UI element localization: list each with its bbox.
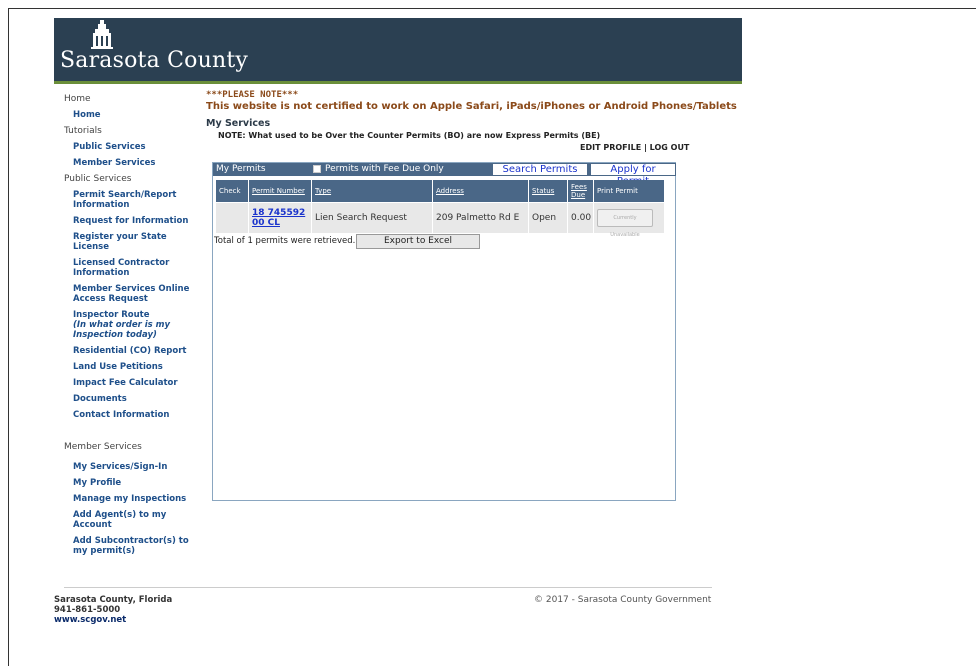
column-header-fees-due[interactable]: Fees Due — [568, 180, 593, 202]
sort-address-link[interactable]: Address — [436, 187, 464, 195]
row-type-cell: Lien Search Request — [312, 203, 432, 233]
sidebar-item-documents[interactable]: Documents — [73, 394, 204, 404]
row-address-cell: 209 Palmetto Rd E — [433, 203, 528, 233]
permits-table: Check Permit Number Type Address Status … — [215, 179, 665, 238]
notice-body: This website is not certified to work on… — [206, 101, 737, 112]
courthouse-logo-icon — [91, 20, 113, 49]
link-separator: | — [643, 143, 647, 152]
sidebar-item-my-profile[interactable]: My Profile — [73, 478, 204, 488]
sort-status-link[interactable]: Status — [532, 187, 554, 195]
sidebar-item-permit-search[interactable]: Permit Search/Report Information — [73, 190, 204, 210]
edit-profile-link[interactable]: EDIT PROFILE — [580, 143, 641, 152]
sidebar-item-add-subcontractor[interactable]: Add Subcontractor(s) to my permit(s) — [73, 536, 204, 556]
sidebar-heading-public-services: Public Services — [64, 174, 132, 184]
footer-website-link[interactable]: www.scgov.net — [54, 615, 172, 625]
total-results-text: Total of 1 permits were retrieved. — [214, 236, 356, 246]
sidebar-item-sublabel: (In what order is my Inspection today) — [73, 320, 171, 340]
footer-contact: Sarasota County, Florida 941-861-5000 ww… — [54, 595, 172, 625]
panel-title: My Permits — [216, 164, 266, 174]
sort-permit-number-link[interactable]: Permit Number — [252, 187, 305, 195]
page-title: My Services — [206, 118, 271, 129]
row-permit-number-cell: 18 745592 00 CL — [249, 203, 311, 233]
express-permits-note: NOTE: What used to be Over the Counter P… — [218, 131, 601, 140]
row-print-cell: Currently Unavailable — [594, 203, 664, 238]
table-row: 18 745592 00 CL Lien Search Request 209 … — [216, 203, 664, 238]
sidebar-item-label: Inspector Route — [73, 310, 150, 320]
footer-divider — [64, 587, 712, 588]
my-permits-panel: My Permits Permits with Fee Due Only Sea… — [212, 162, 676, 501]
print-permit-button[interactable]: Currently Unavailable — [597, 209, 653, 238]
sort-type-link[interactable]: Type — [315, 187, 331, 195]
column-header-print-permit: Print Permit — [594, 180, 664, 202]
fee-due-label: Permits with Fee Due Only — [325, 164, 444, 174]
column-header-permit-number[interactable]: Permit Number — [249, 180, 311, 202]
sidebar-item-register-license[interactable]: Register your State License — [73, 232, 204, 252]
sidebar-nav: Home Home Tutorials Public Services Memb… — [64, 94, 204, 562]
notice-title: ***PLEASE NOTE*** — [206, 90, 299, 100]
footer-copyright: © 2017 - Sarasota County Government — [534, 595, 712, 605]
sidebar-item-request-info[interactable]: Request for Information — [73, 216, 204, 226]
export-to-excel-button[interactable]: Export to Excel — [356, 234, 480, 249]
footer-org-name: Sarasota County, Florida — [54, 595, 173, 605]
tab-apply-for-permit[interactable]: Apply for Permit — [590, 163, 676, 187]
column-header-status[interactable]: Status — [529, 180, 567, 202]
tab-search-permits[interactable]: Search Permits — [492, 163, 588, 176]
panel-header: My Permits Permits with Fee Due Only Sea… — [213, 163, 676, 187]
column-header-type[interactable]: Type — [312, 180, 432, 202]
sidebar-item-add-agent[interactable]: Add Agent(s) to my Account — [73, 510, 204, 530]
sidebar-item-land-use[interactable]: Land Use Petitions — [73, 362, 204, 372]
sidebar-item-online-access[interactable]: Member Services Online Access Request — [73, 284, 204, 304]
sidebar-heading-member-services: Member Services — [64, 442, 142, 452]
sidebar-item-licensed-contractor[interactable]: Licensed Contractor Information — [73, 258, 204, 278]
site-logo-text[interactable]: Sarasota County — [60, 48, 248, 73]
sidebar-item-member-services-tutorial[interactable]: Member Services — [73, 158, 204, 168]
sidebar-heading-home: Home — [64, 94, 91, 104]
site-header: Sarasota County — [54, 18, 742, 84]
row-fees-due-cell: 0.00 — [568, 203, 593, 233]
permit-number-link[interactable]: 18 745592 00 CL — [252, 208, 305, 228]
sidebar-item-co-report[interactable]: Residential (CO) Report — [73, 346, 204, 356]
sidebar-heading-tutorials: Tutorials — [64, 126, 102, 136]
column-header-check: Check — [216, 180, 248, 202]
sidebar-item-inspector-route[interactable]: Inspector Route (In what order is my Ins… — [73, 310, 204, 340]
sidebar-item-my-services[interactable]: My Services/Sign-In — [73, 462, 204, 472]
account-links: EDIT PROFILE | LOG OUT — [580, 143, 689, 152]
table-header-row: Check Permit Number Type Address Status … — [216, 180, 664, 202]
browser-notice: ***PLEASE NOTE*** This website is not ce… — [206, 90, 746, 112]
sidebar-item-contact[interactable]: Contact Information — [73, 410, 204, 420]
column-header-address[interactable]: Address — [433, 180, 528, 202]
footer-phone: 941-861-5000 — [54, 605, 121, 615]
sidebar-item-home[interactable]: Home — [73, 110, 204, 120]
sidebar-item-manage-inspections[interactable]: Manage my Inspections — [73, 494, 204, 504]
row-check-cell[interactable] — [216, 203, 248, 233]
sidebar-item-impact-fee[interactable]: Impact Fee Calculator — [73, 378, 204, 388]
fee-due-checkbox[interactable] — [313, 165, 321, 173]
sort-fees-due-link[interactable]: Fees Due — [571, 183, 587, 199]
log-out-link[interactable]: LOG OUT — [650, 143, 690, 152]
sidebar-item-public-services-tutorial[interactable]: Public Services — [73, 142, 204, 152]
row-status-cell: Open — [529, 203, 567, 233]
